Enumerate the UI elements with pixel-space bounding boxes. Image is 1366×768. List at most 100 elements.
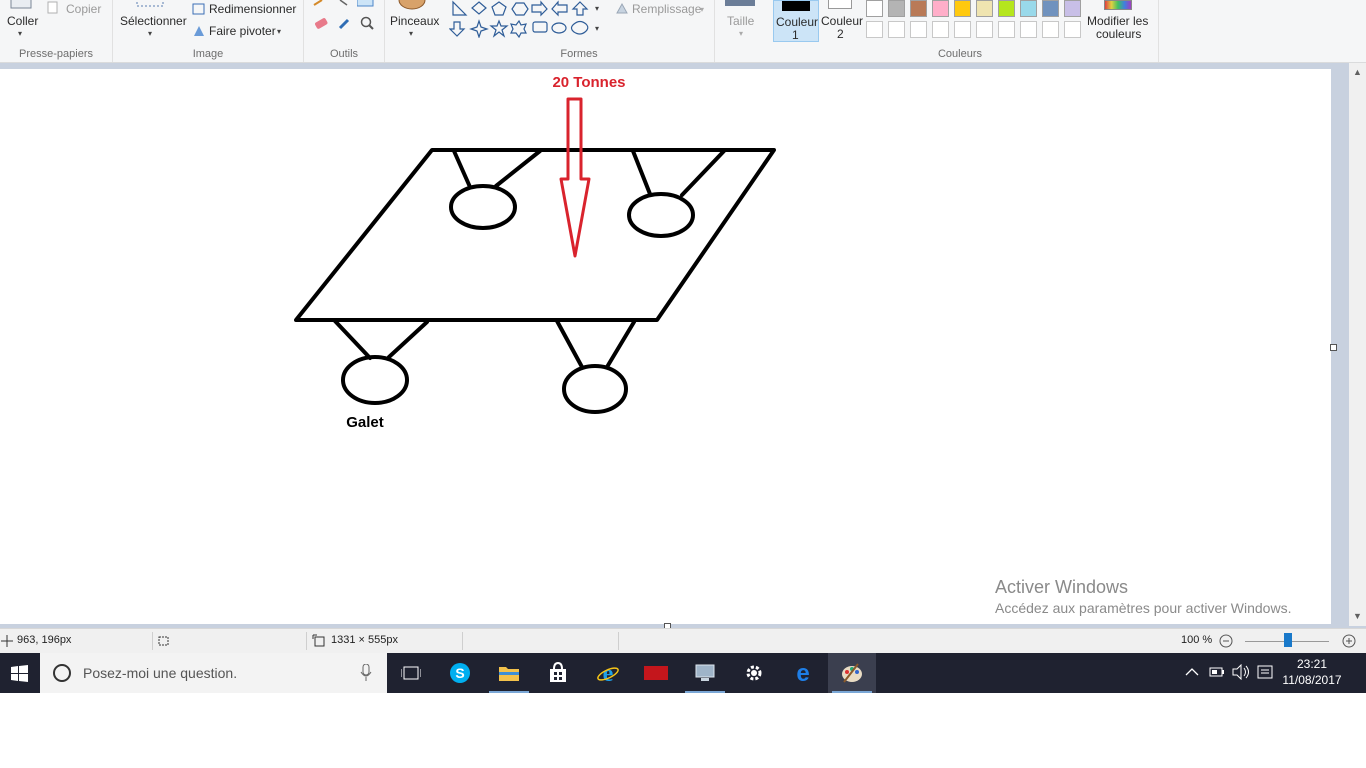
- copy-icon: [47, 1, 58, 14]
- palette-color-swatch[interactable]: [998, 0, 1015, 17]
- skype-app[interactable]: S: [436, 653, 484, 693]
- edit-colors-icon: [1104, 0, 1132, 10]
- custom-color-swatch[interactable]: [1020, 21, 1037, 38]
- paint-app[interactable]: [828, 653, 876, 693]
- size-icon: [725, 0, 755, 6]
- fill-button[interactable]: Remplissage: [632, 2, 701, 16]
- shapes-group-label: Formes: [560, 48, 598, 60]
- notification-icon[interactable]: [1257, 664, 1273, 680]
- rotate-dropdown-icon[interactable]: ▾: [277, 27, 281, 36]
- custom-color-swatch[interactable]: [932, 21, 949, 38]
- lower-left-wheel: [341, 355, 409, 405]
- brush-icon: [398, 0, 426, 10]
- palette-color-swatch[interactable]: [1064, 0, 1081, 17]
- palette-color-swatch[interactable]: [910, 0, 927, 17]
- volume-icon[interactable]: [1232, 664, 1250, 680]
- brushes-dropdown-icon[interactable]: ▾: [409, 29, 413, 38]
- custom-color-swatch[interactable]: [888, 21, 905, 38]
- palette-color-swatch[interactable]: [1020, 0, 1037, 17]
- upper-right-leg: [631, 149, 652, 196]
- load-arrow: [559, 97, 591, 258]
- computer-icon: [695, 664, 715, 681]
- task-view-button[interactable]: [387, 653, 435, 693]
- colors-group-label: Couleurs: [937, 48, 983, 60]
- magnifier-icon[interactable]: [359, 15, 375, 31]
- custom-color-swatch[interactable]: [910, 21, 927, 38]
- color1-button[interactable]: Couleur 1: [773, 0, 819, 42]
- text-tool-icon[interactable]: [357, 0, 375, 8]
- store-app[interactable]: [534, 653, 582, 693]
- select-dropdown-icon[interactable]: ▾: [148, 29, 152, 38]
- paste-dropdown-icon[interactable]: ▾: [18, 29, 22, 38]
- internet-explorer-app[interactable]: e: [583, 653, 631, 693]
- size-group: Taille ▾: [715, 0, 767, 62]
- status-bar: 963, 196px 1331 × 555px 100 %: [0, 628, 1366, 654]
- fill-bucket-icon[interactable]: [337, 0, 351, 6]
- custom-color-swatch[interactable]: [998, 21, 1015, 38]
- remote-desktop-app[interactable]: [681, 653, 729, 693]
- zoom-out-icon[interactable]: [1219, 634, 1233, 648]
- canvas-size-icon: [312, 634, 325, 647]
- upper-right-wheel: [627, 192, 695, 238]
- color-picker-icon[interactable]: [337, 15, 353, 31]
- edge-app[interactable]: e: [779, 653, 827, 693]
- windows-start-icon[interactable]: [11, 665, 28, 682]
- edge-icon: e: [796, 662, 809, 684]
- activate-windows-watermark: Activer Windows Accédez aux paramètres p…: [995, 577, 1291, 616]
- rotate-button[interactable]: Faire pivoter: [209, 24, 276, 38]
- custom-color-swatch[interactable]: [1042, 21, 1059, 38]
- palette-color-swatch[interactable]: [954, 0, 971, 17]
- media-app[interactable]: [632, 653, 680, 693]
- fill-dropdown-icon[interactable]: ▾: [700, 5, 704, 14]
- search-input[interactable]: Posez-moi une question.: [83, 665, 237, 681]
- zoom-in-icon[interactable]: [1342, 634, 1356, 648]
- microphone-icon[interactable]: [360, 664, 372, 682]
- shapes-gallery[interactable]: [449, 0, 599, 38]
- color2-swatch[interactable]: [828, 0, 852, 9]
- clock[interactable]: 23:21 11/08/2017: [1282, 656, 1342, 688]
- scroll-up-icon[interactable]: ▲: [1353, 67, 1362, 77]
- lower-left-leg: [387, 320, 429, 359]
- battery-icon[interactable]: [1209, 665, 1225, 679]
- brushes-button[interactable]: Pinceaux: [390, 14, 439, 28]
- color1-number: 1: [792, 28, 799, 42]
- brushes-group: Pinceaux ▾: [385, 0, 443, 62]
- select-icon: [136, 0, 164, 7]
- copy-button[interactable]: Copier: [66, 2, 101, 16]
- paste-icon: [10, 0, 32, 9]
- pencil-icon[interactable]: [312, 0, 326, 6]
- search-box[interactable]: Posez-moi une question.: [40, 653, 387, 693]
- canvas-resize-handle-right[interactable]: [1330, 344, 1337, 351]
- palette-color-swatch[interactable]: [1042, 0, 1059, 17]
- palette-color-swatch[interactable]: [976, 0, 993, 17]
- resize-button[interactable]: Redimensionner: [209, 2, 296, 16]
- vertical-scrollbar[interactable]: ▲ ▼: [1349, 63, 1366, 626]
- palette-color-swatch[interactable]: [888, 0, 905, 17]
- size-button[interactable]: Taille: [727, 14, 754, 28]
- color2-number[interactable]: 2: [837, 27, 844, 41]
- shapes-more-icon[interactable]: ▾: [595, 24, 599, 33]
- show-hidden-icons-chevron-icon[interactable]: [1185, 667, 1199, 677]
- eraser-icon[interactable]: [313, 15, 329, 31]
- zoom-slider-thumb[interactable]: [1284, 633, 1292, 647]
- upper-left-leg: [494, 149, 542, 188]
- shapes-scroll-up-icon[interactable]: ▾: [595, 4, 599, 13]
- lower-left-leg: [333, 319, 372, 360]
- edit-colors-button-line2[interactable]: couleurs: [1096, 27, 1141, 41]
- ribbon: Coller ▾ Copier Presse-papiers Sélection…: [0, 0, 1366, 63]
- palette-color-swatch[interactable]: [866, 0, 883, 17]
- custom-color-swatch[interactable]: [976, 21, 993, 38]
- file-explorer-app[interactable]: [485, 653, 533, 693]
- select-button[interactable]: Sélectionner: [120, 14, 187, 28]
- custom-color-swatch[interactable]: [866, 21, 883, 38]
- settings-app[interactable]: [730, 653, 778, 693]
- custom-color-swatch[interactable]: [954, 21, 971, 38]
- paste-button[interactable]: Coller: [7, 14, 38, 28]
- palette-color-swatch[interactable]: [932, 0, 949, 17]
- size-dropdown-icon[interactable]: ▾: [739, 29, 743, 38]
- edit-colors-button[interactable]: Modifier les: [1087, 14, 1148, 28]
- color2-label[interactable]: Couleur: [821, 14, 863, 28]
- scroll-down-icon[interactable]: ▼: [1353, 611, 1362, 621]
- custom-color-swatch[interactable]: [1064, 21, 1081, 38]
- drawing-canvas[interactable]: 20 Tonnes Galet: [0, 69, 1331, 624]
